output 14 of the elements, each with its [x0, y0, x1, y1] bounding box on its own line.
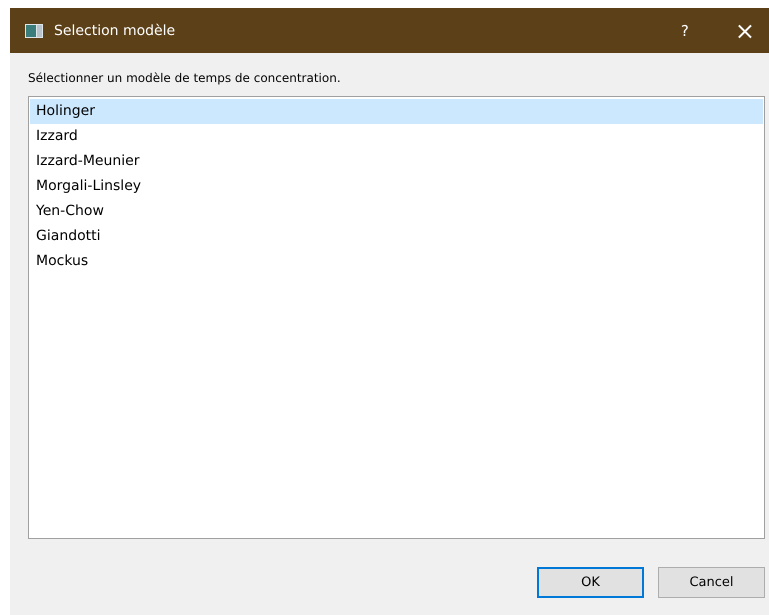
close-button[interactable]: ×: [734, 18, 755, 42]
list-item[interactable]: Morgali-Linsley: [30, 174, 763, 199]
help-button[interactable]: ?: [680, 22, 689, 40]
list-item[interactable]: Mockus: [30, 249, 763, 274]
ok-button[interactable]: OK: [537, 567, 644, 598]
list-item[interactable]: Izzard-Meunier: [30, 149, 763, 174]
list-item[interactable]: Giandotti: [30, 224, 763, 249]
window-title: Selection modèle: [54, 22, 176, 38]
list-item[interactable]: Yen-Chow: [30, 199, 763, 224]
instruction-text: Sélectionner un modèle de temps de concentration.: [28, 71, 342, 87]
window-icon: [25, 24, 43, 38]
list-item[interactable]: Izzard: [30, 124, 763, 149]
list-item[interactable]: Holinger: [30, 99, 763, 124]
cancel-button[interactable]: Cancel: [658, 567, 765, 598]
